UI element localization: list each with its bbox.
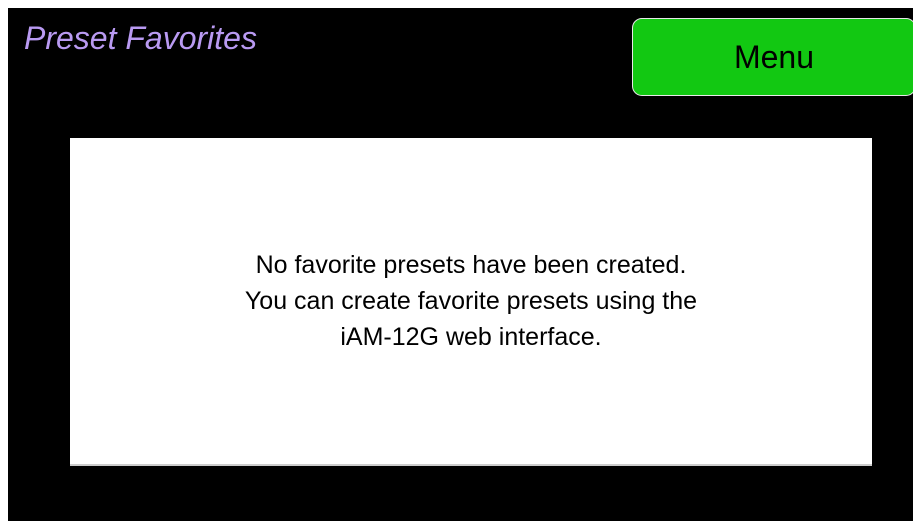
empty-state-panel: No favorite presets have been created. Y… [70,138,872,466]
page-title: Preset Favorites [24,20,257,56]
menu-button-label: Menu [733,39,815,75]
message-line: iAM-12G web interface. [340,323,602,351]
message-line: You can create favorite presets using th… [244,287,698,315]
message-line: No favorite presets have been created. [255,251,687,279]
empty-state-message: No favorite presets have been created. Y… [245,247,697,355]
menu-button[interactable]: Menu [632,18,913,96]
device-screen: Preset Favorites Menu No favorite preset… [8,8,913,521]
